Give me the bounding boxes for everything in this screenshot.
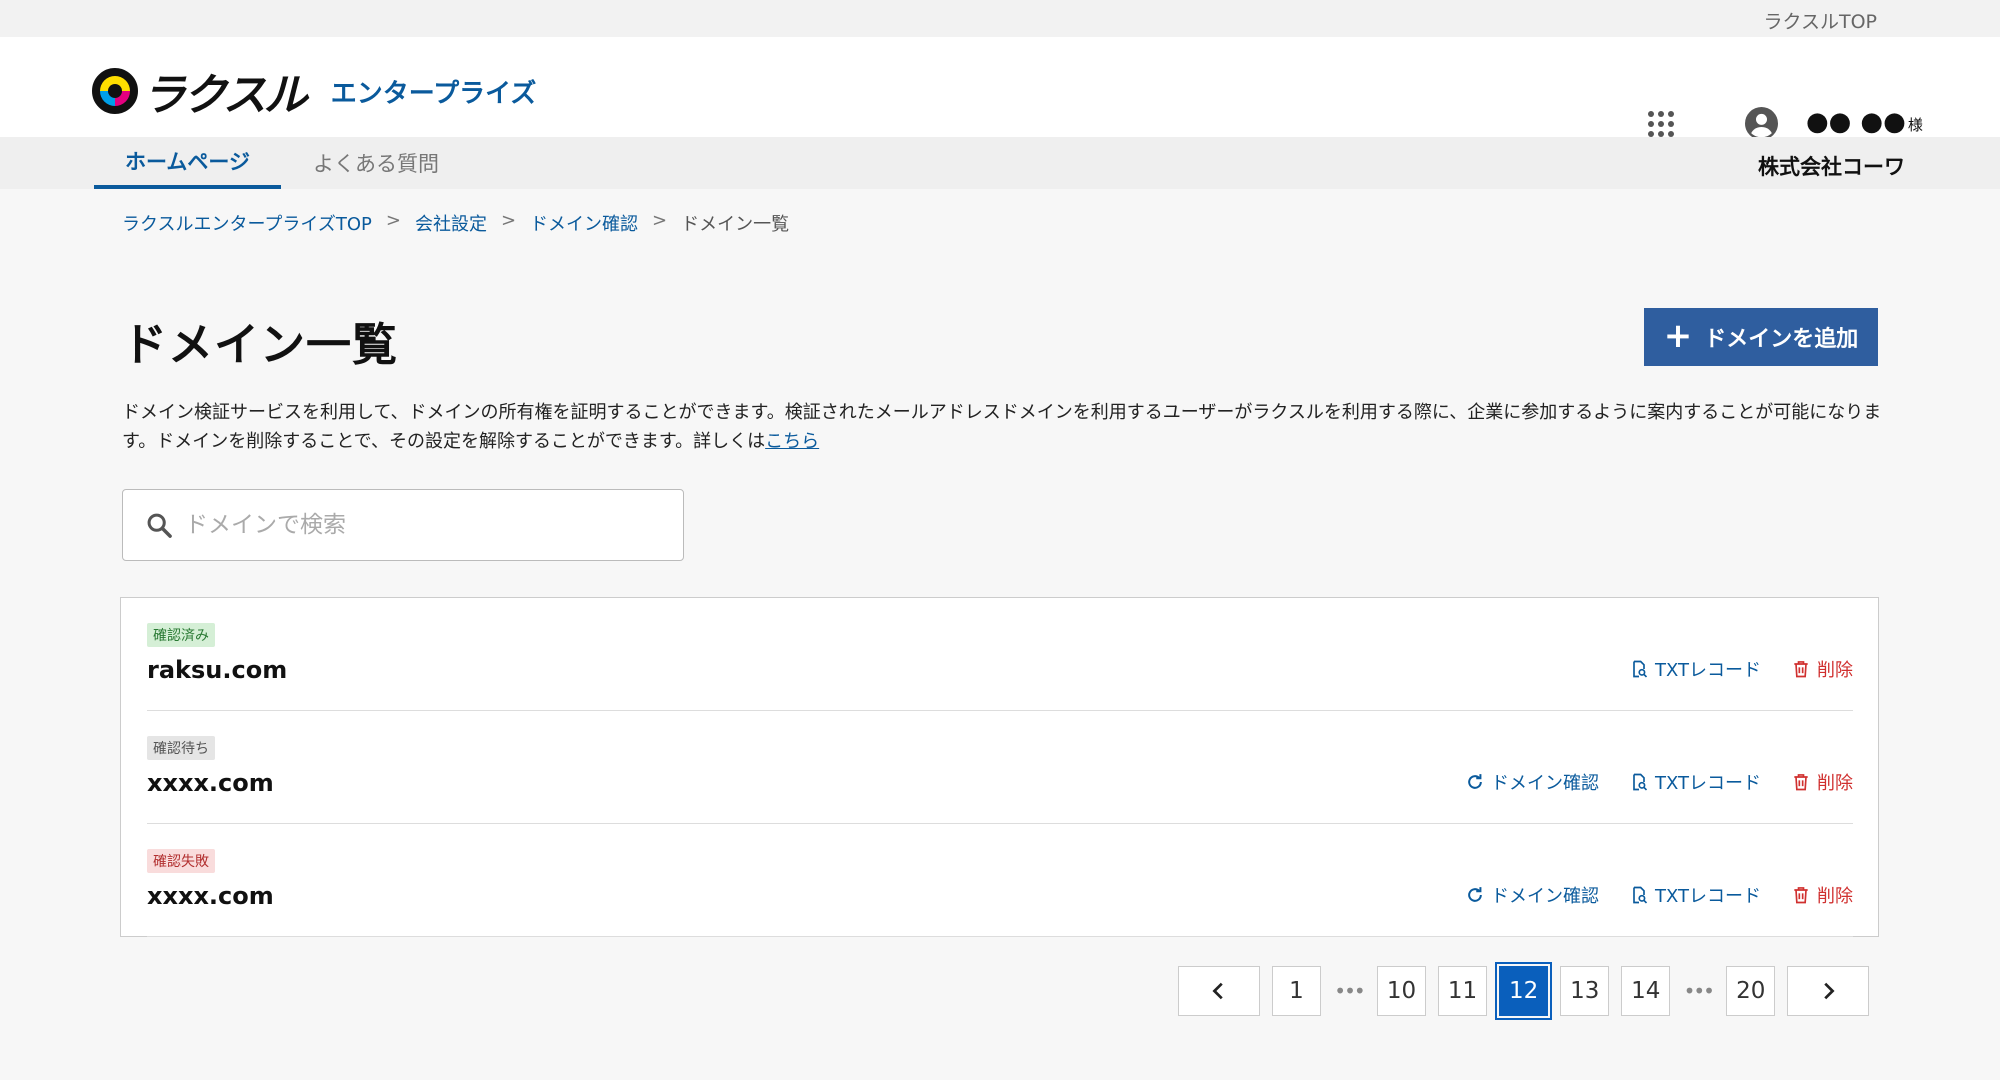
refresh-icon [1468, 887, 1482, 902]
breadcrumb-link-enterprise-top[interactable]: ラクスルエンタープライズTOP [122, 210, 372, 236]
next-page-button[interactable] [1787, 966, 1870, 1016]
pagination-ellipsis: ••• [1334, 979, 1365, 1003]
logo[interactable]: ラクスル エンタープライズ [92, 59, 536, 123]
breadcrumb-separator: > [652, 210, 668, 231]
delete-label: 削除 [1817, 886, 1853, 907]
pagination: 1 ••• 10 11 12 13 14 ••• 20 [1178, 962, 1870, 1020]
trash-icon [1794, 887, 1808, 904]
pagination-ellipsis: ••• [1683, 979, 1715, 1003]
search-icon [147, 513, 172, 538]
txt-record-label: TXTレコード [1654, 886, 1761, 907]
chevron-right-icon [1824, 982, 1835, 1000]
chevron-left-icon [1212, 982, 1223, 1000]
document-search-icon [1633, 660, 1648, 678]
breadcrumb-link-company-settings[interactable]: 会社設定 [415, 210, 487, 236]
top-utility-bar: ラクスルTOP [0, 0, 2000, 37]
user-name-text: ●● ●● [1806, 107, 1906, 137]
status-badge: 確認済み [147, 623, 215, 647]
plus-icon: + [1663, 315, 1693, 356]
delete-button[interactable]: 削除 [1791, 882, 1853, 908]
company-name: 株式会社コーワ [1758, 155, 1905, 179]
logo-mark-icon [92, 68, 138, 114]
page-title: ドメイン一覧 [122, 318, 399, 371]
user-name[interactable]: ●● ●● 様 [1806, 107, 1923, 137]
domain-name: xxxx.com [147, 882, 274, 910]
header: ラクスル エンタープライズ ●● ●● 様 [0, 37, 2000, 140]
previous-page-button[interactable] [1178, 966, 1260, 1016]
txt-record-button[interactable]: TXTレコード [1629, 882, 1761, 908]
txt-record-label: TXTレコード [1654, 773, 1761, 794]
page-button-20[interactable]: 20 [1726, 966, 1776, 1016]
txt-record-button[interactable]: TXTレコード [1629, 656, 1761, 682]
raksul-top-link[interactable]: ラクスルTOP [1764, 7, 1877, 34]
status-badge: 確認失敗 [147, 849, 215, 873]
page-button-10[interactable]: 10 [1377, 966, 1426, 1016]
breadcrumb-link-domain-verify[interactable]: ドメイン確認 [530, 210, 638, 236]
page-button-13[interactable]: 13 [1560, 966, 1610, 1016]
breadcrumb-separator: > [500, 210, 517, 231]
domain-row: 確認済み raksu.com TXTレコード 削除 [147, 598, 1853, 711]
txt-record-button[interactable]: TXTレコード [1629, 769, 1761, 795]
delete-button[interactable]: 削除 [1791, 656, 1853, 682]
page-description: ドメイン検証サービスを利用して、ドメインの所有権を証明することができます。検証さ… [122, 398, 1882, 456]
document-search-icon [1633, 886, 1648, 904]
row-actions: ドメイン確認 TXTレコード 削除 [1465, 769, 1853, 795]
add-domain-button[interactable]: + ドメインを追加 [1644, 308, 1878, 366]
tab-faq[interactable]: よくある質問 [300, 137, 452, 189]
delete-button[interactable]: 削除 [1791, 769, 1853, 795]
domain-list: 確認済み raksu.com TXTレコード 削除 確認待ち xxxx.com … [120, 597, 1879, 937]
page-button-12-current[interactable]: 12 [1494, 962, 1553, 1020]
tab-homepage[interactable]: ホームページ [94, 137, 281, 189]
txt-record-label: TXTレコード [1654, 660, 1761, 681]
add-domain-label: ドメインを追加 [1704, 327, 1859, 352]
domain-row: 確認失敗 xxxx.com ドメイン確認 TXTレコード 削除 [147, 824, 1853, 937]
breadcrumb-separator: > [385, 210, 401, 231]
app-grid-icon[interactable] [1648, 111, 1674, 137]
search-input[interactable] [185, 512, 665, 538]
details-link[interactable]: こちら [765, 431, 819, 452]
domain-row: 確認待ち xxxx.com ドメイン確認 TXTレコード 削除 [147, 711, 1853, 824]
description-text: ドメイン検証サービスを利用して、ドメインの所有権を証明することができます。検証さ… [122, 402, 1882, 452]
verify-domain-label: ドメイン確認 [1490, 773, 1599, 794]
row-actions: ドメイン確認 TXTレコード 削除 [1465, 882, 1853, 908]
delete-label: 削除 [1817, 660, 1853, 681]
verify-domain-button[interactable]: ドメイン確認 [1465, 882, 1599, 908]
page-button-11[interactable]: 11 [1438, 966, 1487, 1016]
domain-name: xxxx.com [147, 769, 274, 797]
document-search-icon [1633, 773, 1648, 791]
account-icon[interactable] [1745, 107, 1778, 140]
page-button-1[interactable]: 1 [1272, 966, 1321, 1016]
domain-name: raksu.com [147, 656, 288, 684]
delete-label: 削除 [1817, 773, 1853, 794]
logo-wordmark: ラクスル [142, 70, 308, 121]
verify-domain-button[interactable]: ドメイン確認 [1465, 769, 1599, 795]
trash-icon [1794, 661, 1808, 678]
main-nav: ホームページ よくある質問 株式会社コーワ [0, 137, 2000, 189]
user-suffix: 様 [1907, 116, 1923, 134]
row-actions: TXTレコード 削除 [1629, 656, 1853, 682]
trash-icon [1794, 774, 1808, 791]
refresh-icon [1468, 774, 1482, 789]
status-badge: 確認待ち [147, 736, 215, 760]
domain-search [122, 489, 684, 561]
logo-subtitle: エンタープライズ [330, 78, 537, 109]
breadcrumb-current: ドメイン一覧 [681, 214, 790, 235]
verify-domain-label: ドメイン確認 [1490, 886, 1599, 907]
breadcrumb: ラクスルエンタープライズTOP > 会社設定 > ドメイン確認 > ドメイン一覧 [122, 210, 789, 236]
page-button-14[interactable]: 14 [1621, 966, 1671, 1016]
